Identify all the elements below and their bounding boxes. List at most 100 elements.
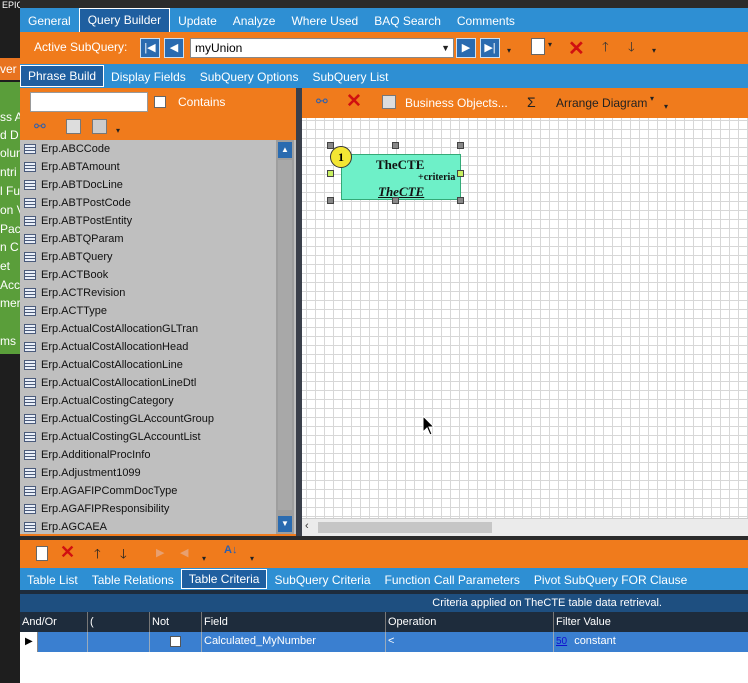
scroll-up-icon[interactable]: ▲ [278,142,292,158]
list-item[interactable]: Erp.ActualCostAllocationLine [20,356,276,374]
tab-comments[interactable]: Comments [449,10,523,32]
list-item[interactable]: Erp.ACTRevision [20,284,276,302]
list-item[interactable]: Erp.AdditionalProcInfo [20,446,276,464]
filter-value-link[interactable]: 50 [556,636,567,647]
square-icon[interactable] [92,119,107,134]
column-header[interactable]: And/Or [20,612,88,632]
table-node-thecte[interactable]: TheCTE +criteria TheCTE [341,154,461,200]
not-cell[interactable] [150,632,202,652]
column-header[interactable]: Not [150,612,202,632]
chevron-down-icon[interactable]: ▾ [548,40,552,49]
chevron-down-icon[interactable]: ▾ [250,554,254,563]
tab-table-criteria[interactable]: Table Criteria [180,569,268,589]
list-item[interactable]: Erp.ABTPostEntity [20,212,276,230]
subquery-select[interactable]: myUnion ▼ [190,38,454,58]
list-item[interactable]: Erp.ActualCostingGLAccountList [20,428,276,446]
last-icon[interactable]: ▶| [480,38,500,58]
resize-handle[interactable] [327,197,334,204]
row-selector[interactable]: ▶ [20,632,38,652]
list-item[interactable]: Erp.AGAFIPCommDocType [20,482,276,500]
list-item[interactable]: Erp.ActualCostAllocationHead [20,338,276,356]
business-objects-button[interactable]: Business Objects... [405,96,508,110]
tab-table-relations[interactable]: Table Relations [85,569,181,589]
column-header[interactable]: Filter Value [554,612,748,632]
resize-handle[interactable] [457,142,464,149]
list-item[interactable]: Erp.ACTBook [20,266,276,284]
square-icon[interactable] [66,119,81,134]
first-icon[interactable]: |◀ [140,38,160,58]
previous-icon[interactable]: ◀ [164,38,184,58]
tab-display-fields[interactable]: Display Fields [104,65,193,87]
column-header[interactable]: Field [202,612,386,632]
and-or-cell[interactable] [38,632,88,652]
list-item[interactable]: Erp.ActualCostingCategory [20,392,276,410]
sort-icon[interactable]: A↓ [224,544,237,556]
list-item[interactable]: Erp.AGCAEA [20,518,276,534]
chevron-down-icon[interactable]: ▼ [441,39,450,57]
next-icon[interactable]: ▶ [456,38,476,58]
scroll-thumb[interactable] [318,522,492,533]
tab-table-list[interactable]: Table List [20,569,85,589]
indent-left-icon[interactable]: ◀ [180,546,188,559]
chevron-down-icon[interactable]: ▾ [116,126,120,135]
chevron-down-icon[interactable]: ▾ [664,102,668,111]
resize-handle[interactable] [327,170,334,177]
table-row[interactable]: ▶ Calculated_MyNumber < 50 constant [20,632,748,652]
tab-baq-search[interactable]: BAQ Search [366,10,449,32]
scroll-left-icon[interactable]: ‹ [305,520,309,532]
delete-icon[interactable]: ✕ [346,90,362,113]
list-item[interactable]: Erp.ABTPostCode [20,194,276,212]
sigma-icon[interactable]: Σ [527,94,536,110]
chevron-down-icon[interactable]: ▾ [202,554,206,563]
resize-handle[interactable] [392,197,399,204]
not-checkbox[interactable] [170,636,181,647]
move-up-icon[interactable]: 🡑 [602,38,609,60]
list-item[interactable]: Erp.ABTAmount [20,158,276,176]
tab-subquery-list[interactable]: SubQuery List [305,65,395,87]
list-item[interactable]: Erp.ABTDocLine [20,176,276,194]
delete-icon[interactable]: ✕ [568,36,585,61]
list-item[interactable]: Erp.ABTQuery [20,248,276,266]
move-up-icon[interactable]: 🡑 [94,545,101,567]
tab-update[interactable]: Update [170,10,225,32]
column-header[interactable]: Operation [386,612,554,632]
list-item[interactable]: Erp.ActualCostingGLAccountGroup [20,410,276,428]
resize-handle[interactable] [457,170,464,177]
new-document-icon[interactable] [531,38,545,55]
operation-cell[interactable]: < [386,632,554,652]
tab-general[interactable]: General [20,10,79,32]
resize-handle[interactable] [457,197,464,204]
move-down-icon[interactable]: 🡓 [628,38,635,60]
tab-where-used[interactable]: Where Used [283,10,366,32]
paren-cell[interactable] [88,632,150,652]
tab-analyze[interactable]: Analyze [225,10,284,32]
link-icon[interactable]: ⚯ [34,118,46,135]
scroll-down-icon[interactable]: ▼ [278,516,292,532]
tab-query-builder[interactable]: Query Builder [78,8,171,32]
filter-value-cell[interactable]: 50 constant [554,632,748,652]
delete-icon[interactable]: ✕ [60,542,75,563]
new-document-icon[interactable] [36,546,48,561]
list-item[interactable]: Erp.ActualCostAllocationGLTran [20,320,276,338]
horizontal-scrollbar[interactable]: ‹ [302,518,748,536]
tab-function-call-parameters[interactable]: Function Call Parameters [378,569,527,589]
vertical-scrollbar[interactable]: ▲ ▼ [276,140,294,534]
tab-pivot-subquery[interactable]: Pivot SubQuery FOR Clause [527,569,694,589]
column-header[interactable]: ( [88,612,150,632]
list-item[interactable]: Erp.ActualCostAllocationLineDtl [20,374,276,392]
link-icon[interactable]: ⚯ [316,93,328,110]
chevron-down-icon[interactable]: ▾ [652,46,656,55]
move-down-icon[interactable]: 🡓 [120,545,127,567]
indent-right-icon[interactable]: ▶ [156,546,164,559]
list-item[interactable]: Erp.ABCCode [20,140,276,158]
contains-checkbox[interactable] [154,96,166,108]
resize-handle[interactable] [327,142,334,149]
list-item[interactable]: Erp.Adjustment1099 [20,464,276,482]
chevron-down-icon[interactable]: ▾ [650,94,654,103]
arrange-diagram-button[interactable]: Arrange Diagram [556,96,647,110]
list-item[interactable]: Erp.AGAFIPResponsibility [20,500,276,518]
tab-phrase-build[interactable]: Phrase Build [20,65,105,87]
table-search-input[interactable] [30,92,148,112]
field-cell[interactable]: Calculated_MyNumber [202,632,386,652]
tab-subquery-options[interactable]: SubQuery Options [193,65,306,87]
